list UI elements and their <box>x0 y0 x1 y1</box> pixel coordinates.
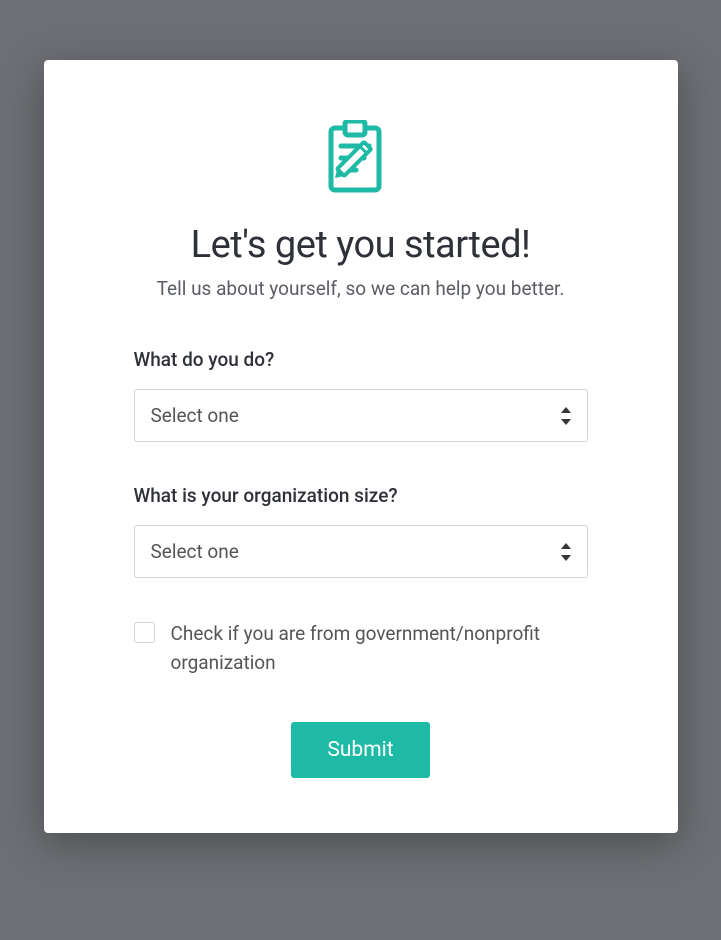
org-size-select-wrapper: Select one <box>134 525 588 578</box>
submit-wrapper: Submit <box>134 722 588 778</box>
submit-button[interactable]: Submit <box>291 722 429 778</box>
modal-title: Let's get you started! <box>134 223 588 267</box>
nonprofit-checkbox-group: Check if you are from government/nonprof… <box>134 620 588 677</box>
role-select[interactable]: Select one <box>134 389 588 442</box>
modal-subtitle: Tell us about yourself, so we can help y… <box>134 277 588 300</box>
icon-wrapper <box>134 120 588 195</box>
role-field-group: What do you do? Select one <box>134 348 588 442</box>
role-select-wrapper: Select one <box>134 389 588 442</box>
role-label: What do you do? <box>134 348 588 371</box>
org-size-field-group: What is your organization size? Select o… <box>134 484 588 578</box>
onboarding-modal: Let's get you started! Tell us about you… <box>44 60 678 833</box>
clipboard-edit-icon <box>326 120 396 195</box>
org-size-select[interactable]: Select one <box>134 525 588 578</box>
nonprofit-checkbox[interactable] <box>134 622 155 643</box>
nonprofit-label[interactable]: Check if you are from government/nonprof… <box>171 620 588 677</box>
modal-overlay: Let's get you started! Tell us about you… <box>0 0 721 940</box>
org-size-label: What is your organization size? <box>134 484 588 507</box>
